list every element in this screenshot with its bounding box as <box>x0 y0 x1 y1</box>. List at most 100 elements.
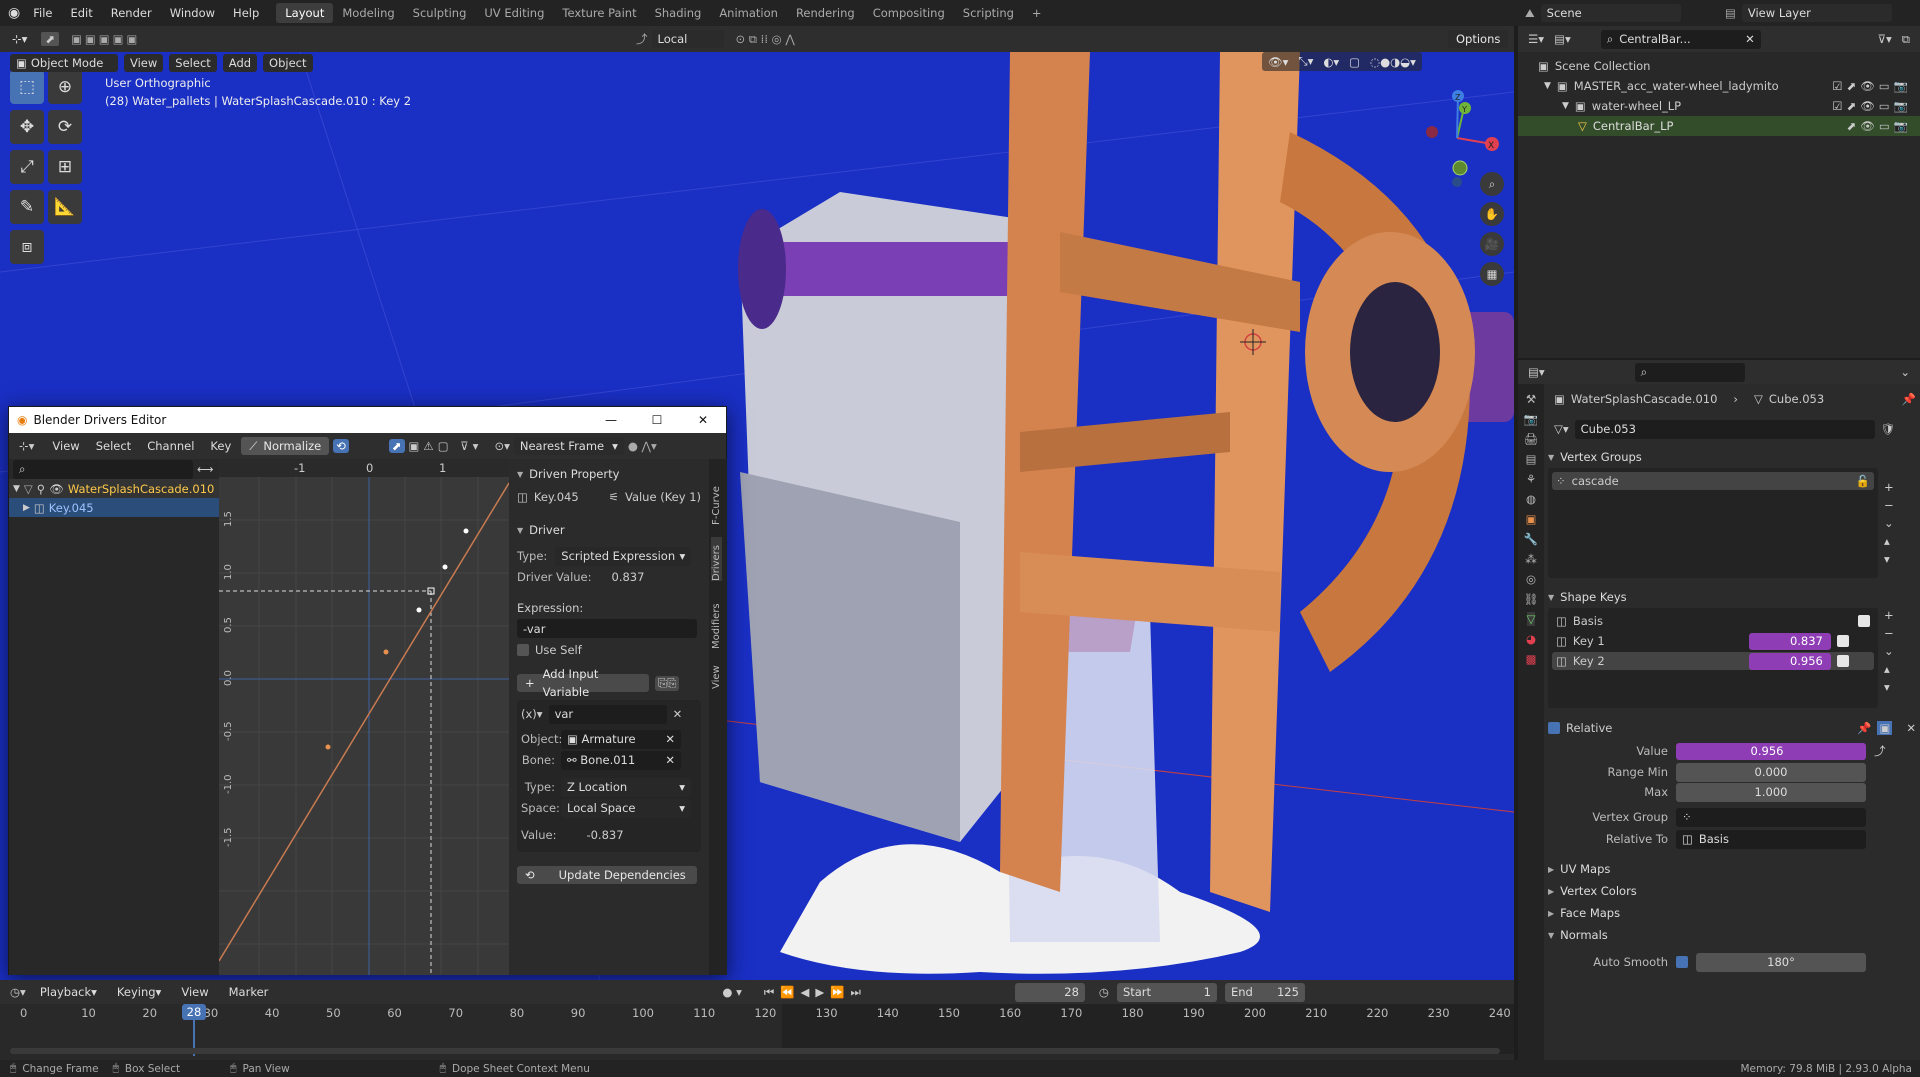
zoom-icon[interactable]: ⌕ <box>1480 172 1504 196</box>
driver-icon[interactable]: ⤴ <box>1874 743 1886 759</box>
mute-checkbox[interactable] <box>1858 615 1870 627</box>
shape-key-item[interactable]: ◫ Basis <box>1552 612 1874 630</box>
move-up-icon[interactable]: ▴ <box>1884 534 1894 548</box>
playback-menu[interactable]: Playback ▾ <box>34 983 103 1001</box>
new-collection-icon[interactable]: ⧉ <box>1902 32 1910 47</box>
range-min-field[interactable]: 0.000 <box>1676 762 1866 782</box>
outliner-item[interactable]: ▼ ▣ water-wheel_LP ☑⬈👁▭📷 <box>1518 96 1920 116</box>
eye-icon[interactable]: 👁 <box>49 482 64 496</box>
update-dependencies-button[interactable]: ⟲ Update Dependencies <box>517 866 697 884</box>
tab-scripting[interactable]: Scripting <box>954 3 1023 23</box>
constraints-tab-icon[interactable]: ⛓ <box>1524 592 1539 606</box>
vertex-group-list[interactable]: ⁘ cascade 🔓 <box>1548 468 1878 578</box>
remove-icon[interactable]: − <box>1884 498 1894 512</box>
menu-window[interactable]: Window <box>161 0 224 26</box>
grid-icon[interactable]: ▦ <box>1480 262 1504 286</box>
menu-help[interactable]: Help <box>224 0 268 26</box>
driver-header[interactable]: ▼ Driver <box>517 519 701 541</box>
options-button[interactable]: Options <box>1448 30 1509 48</box>
shape-keys-header[interactable]: ▼ Shape Keys <box>1548 586 1916 608</box>
overlay-icon[interactable]: ◐▾ <box>1323 55 1339 69</box>
channel-object-row[interactable]: ▼ ▽ ⚲ 👁 WaterSplashCascade.010 <box>9 479 219 498</box>
output-tab-icon[interactable]: 🖨 <box>1524 432 1539 446</box>
pan-icon[interactable]: ✋ <box>1480 202 1504 226</box>
mesh-datablock-icon[interactable]: ▽▾ <box>1554 422 1569 436</box>
maximize-icon[interactable]: ☐ <box>634 413 680 427</box>
tab-view[interactable]: View <box>711 659 722 689</box>
scene-tab-icon[interactable]: ⚘ <box>1526 472 1536 486</box>
shape-key-value[interactable]: 0.837 <box>1748 632 1831 650</box>
object-tab-icon[interactable]: ▣ <box>1526 512 1537 526</box>
mute-checkbox[interactable] <box>1836 655 1849 667</box>
clear-bone-icon[interactable]: ✕ <box>665 753 675 767</box>
menu-edit[interactable]: Edit <box>61 0 101 26</box>
camera-icon[interactable]: 🎥 <box>1480 232 1504 256</box>
driven-property-header[interactable]: ▼ Driven Property <box>517 463 701 485</box>
mode-selector[interactable]: ▣ Object Mode <box>10 54 118 72</box>
relative-checkbox[interactable] <box>1548 722 1560 734</box>
clear-search-icon[interactable]: ✕ <box>1745 32 1755 46</box>
modifier-tab-icon[interactable]: 🔧 <box>1524 532 1538 546</box>
tab-texture-paint[interactable]: Texture Paint <box>553 3 645 23</box>
lock-icon[interactable]: 🔓 <box>1856 474 1870 488</box>
menu-icon[interactable]: ⌄ <box>1884 644 1894 658</box>
scale-tool-icon[interactable]: ⤢ <box>10 150 44 184</box>
add-icon[interactable]: + <box>1884 608 1894 622</box>
blender-logo-icon[interactable]: ◉ <box>8 5 20 21</box>
tab-compositing[interactable]: Compositing <box>864 3 954 23</box>
outliner-item[interactable]: ▽ CentralBar_LP ⬈👁▭📷 <box>1518 116 1920 136</box>
object-field[interactable]: ▣ Armature ✕ <box>561 729 681 749</box>
record-icon[interactable]: ● ▾ <box>722 985 741 999</box>
menu-render[interactable]: Render <box>102 0 161 26</box>
scene-selector[interactable]: ⛰ Scene <box>1525 4 1681 22</box>
snap-icon[interactable]: ⊙ ⧉ ⁞⁞ ◎ ⋀ <box>736 32 795 47</box>
fake-user-icon[interactable]: 🛡 <box>1881 422 1896 436</box>
menu-file[interactable]: File <box>24 0 61 26</box>
driver-graph[interactable]: -1 0 1 1.5 1.0 0.5 0.0 -0.5 -1.0 -1.5 <box>219 459 509 975</box>
tab-layout[interactable]: Layout <box>276 3 334 23</box>
uv-maps-header[interactable]: ▶ UV Maps <box>1548 858 1916 880</box>
move-tool-icon[interactable]: ✥ <box>10 110 44 144</box>
close-icon[interactable]: ✕ <box>680 413 726 427</box>
clear-icon[interactable]: ✕ <box>1906 721 1916 735</box>
end-frame-field[interactable]: End 125 <box>1224 982 1305 1002</box>
marker-menu[interactable]: Marker <box>223 983 275 1001</box>
tab-rendering[interactable]: Rendering <box>787 3 864 23</box>
select-tool-icon[interactable]: ⬈ <box>41 32 60 46</box>
add-input-variable-button[interactable]: + Add Input Variable <box>517 667 649 699</box>
normals-header[interactable]: ▼ Normals <box>1548 924 1916 946</box>
scene-field[interactable]: Scene <box>1540 4 1681 22</box>
particles-tab-icon[interactable]: ⁂ <box>1525 552 1537 566</box>
shape-key-item[interactable]: ◫ Key 1 0.837 <box>1552 632 1874 650</box>
proportional-icons[interactable]: ● ⋀▾ <box>628 439 657 453</box>
visibility-icon[interactable]: 👁▾ <box>1268 55 1288 69</box>
gizmo-icon[interactable]: ⤡▾ <box>1298 54 1313 69</box>
outliner-search-input[interactable]: ⌕ CentralBar... ✕ <box>1600 29 1761 49</box>
normalize-toggle[interactable]: ⟋ Normalize <box>241 437 330 455</box>
properties-search-input[interactable]: ⌕ <box>1634 362 1745 382</box>
timeline-view-menu[interactable]: View <box>175 983 214 1001</box>
variable-name-input[interactable]: var <box>548 704 667 724</box>
rotate-tool-icon[interactable]: ⟳ <box>48 110 82 144</box>
add-icon[interactable]: + <box>1884 480 1894 494</box>
tab-drivers[interactable]: Drivers <box>711 537 722 581</box>
tab-shading[interactable]: Shading <box>646 3 711 23</box>
row-toggle-icons[interactable]: ⬈👁▭📷 <box>1847 119 1912 133</box>
world-tab-icon[interactable]: ◍ <box>1526 492 1536 506</box>
pivot-icon[interactable]: ⤴ <box>636 31 648 47</box>
vertex-colors-header[interactable]: ▶ Vertex Colors <box>1548 880 1916 902</box>
select-mode-icons[interactable]: ▣▣▣▣▣ <box>71 32 140 46</box>
variable-type-icon[interactable]: (x)▾ <box>521 707 543 721</box>
shape-key-item[interactable]: ◫ Key 2 0.956 <box>1552 652 1874 670</box>
mesh-name-field[interactable]: Cube.053 <box>1574 419 1875 439</box>
menu-icon[interactable]: ⌄ <box>1884 516 1894 530</box>
outliner-editor-icon[interactable]: ☰▾ <box>1528 32 1544 46</box>
pin-shape-icon[interactable]: 📌 <box>1857 721 1871 735</box>
options-chevron-icon[interactable]: ⌄ <box>1900 365 1910 379</box>
value-slider[interactable]: 0.956 <box>1676 742 1866 760</box>
move-down-icon[interactable]: ▾ <box>1884 680 1894 694</box>
menu-object[interactable]: Object <box>263 54 313 72</box>
drivers-menu-select[interactable]: Select <box>90 437 137 455</box>
transform-type-select[interactable]: Z Location ▾ <box>561 777 691 797</box>
select-box-icon[interactable]: ⬚ <box>10 70 44 104</box>
